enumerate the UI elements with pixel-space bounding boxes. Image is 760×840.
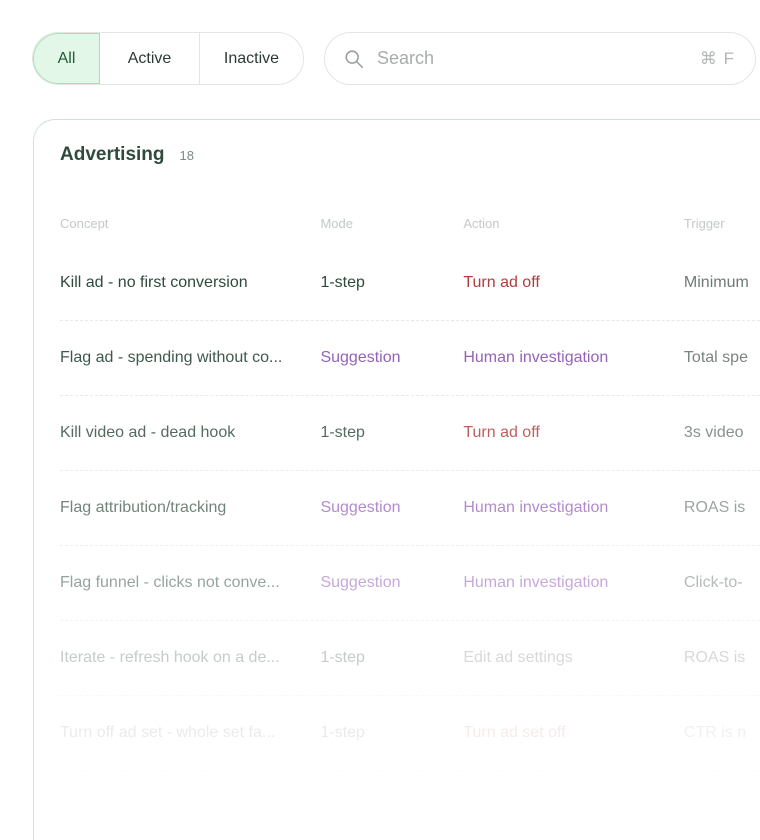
action-cell: Turn ad set off bbox=[463, 724, 566, 741]
mode-cell: 1-step bbox=[320, 424, 365, 441]
mode-cell: 1-step bbox=[320, 274, 365, 291]
mode-cell: Suggestion bbox=[320, 574, 401, 591]
filter-all-button[interactable]: All bbox=[33, 33, 100, 84]
action-cell: Human investigation bbox=[463, 349, 609, 366]
action-cell: Turn ad off bbox=[463, 274, 540, 291]
search-input[interactable] bbox=[377, 48, 700, 69]
column-header-mode[interactable]: Mode bbox=[320, 216, 463, 238]
table-header: Concept Mode Action Trigger bbox=[60, 216, 760, 238]
trigger-cell: Minimum bbox=[683, 274, 749, 291]
concept-cell: Kill video ad - dead hook bbox=[60, 424, 236, 441]
search-icon bbox=[345, 49, 364, 68]
table-body: Kill ad - no first conversion 1-step Tur… bbox=[60, 246, 760, 771]
action-cell: Human investigation bbox=[463, 574, 609, 591]
action-cell: Turn ad off bbox=[463, 424, 540, 441]
column-header-trigger[interactable]: Trigger bbox=[684, 216, 760, 238]
trigger-cell: Total spe bbox=[683, 349, 748, 366]
concept-cell: Flag funnel - clicks not conve... bbox=[60, 574, 280, 591]
filter-active-button[interactable]: Active bbox=[100, 33, 200, 84]
table-row[interactable]: Kill video ad - dead hook 1-step Turn ad… bbox=[60, 396, 760, 471]
concept-cell: Flag attribution/tracking bbox=[60, 499, 227, 516]
rules-page: All Active Inactive ⌘ F Advertising 18 C… bbox=[0, 0, 760, 840]
column-header-concept[interactable]: Concept bbox=[60, 216, 320, 238]
table-row[interactable]: Iterate - refresh hook on a de... 1-step… bbox=[60, 621, 760, 696]
table-row[interactable]: Kill ad - no first conversion 1-step Tur… bbox=[60, 246, 760, 321]
table-row[interactable]: Flag funnel - clicks not conve... Sugges… bbox=[60, 546, 760, 621]
advertising-rules-card: Advertising 18 Concept Mode Action Trigg… bbox=[33, 119, 760, 840]
table-row[interactable]: Turn off ad set - whole set fa... 1-step… bbox=[60, 696, 760, 771]
action-cell: Edit ad settings bbox=[463, 649, 573, 666]
trigger-cell: 3s video bbox=[683, 424, 744, 441]
search-box[interactable]: ⌘ F bbox=[324, 32, 756, 85]
mode-cell: Suggestion bbox=[320, 349, 401, 366]
concept-cell: Turn off ad set - whole set fa... bbox=[60, 724, 276, 741]
concept-cell: Kill ad - no first conversion bbox=[60, 274, 248, 291]
column-header-action[interactable]: Action bbox=[463, 216, 684, 238]
mode-cell: 1-step bbox=[320, 649, 365, 666]
card-count-badge: 18 bbox=[179, 148, 194, 163]
trigger-cell: ROAS is bbox=[683, 649, 746, 666]
action-cell: Human investigation bbox=[463, 499, 609, 516]
concept-cell: Iterate - refresh hook on a de... bbox=[60, 649, 280, 666]
status-filter: All Active Inactive bbox=[32, 32, 304, 85]
trigger-cell: Click-to- bbox=[683, 574, 743, 591]
search-shortcut-hint: ⌘ F bbox=[699, 48, 735, 68]
trigger-cell: ROAS is bbox=[683, 499, 746, 516]
card-header: Advertising 18 bbox=[60, 144, 194, 166]
mode-cell: Suggestion bbox=[320, 499, 401, 516]
trigger-cell: CTR is n bbox=[683, 724, 747, 741]
table-row[interactable]: Flag ad - spending without co... Suggest… bbox=[60, 321, 760, 396]
concept-cell: Flag ad - spending without co... bbox=[60, 349, 283, 366]
filter-inactive-button[interactable]: Inactive bbox=[200, 33, 303, 84]
card-title: Advertising bbox=[60, 144, 165, 165]
rules-table: Concept Mode Action Trigger Kill ad - no… bbox=[60, 216, 760, 771]
mode-cell: 1-step bbox=[320, 724, 365, 741]
table-row[interactable]: Flag attribution/tracking Suggestion Hum… bbox=[60, 471, 760, 546]
